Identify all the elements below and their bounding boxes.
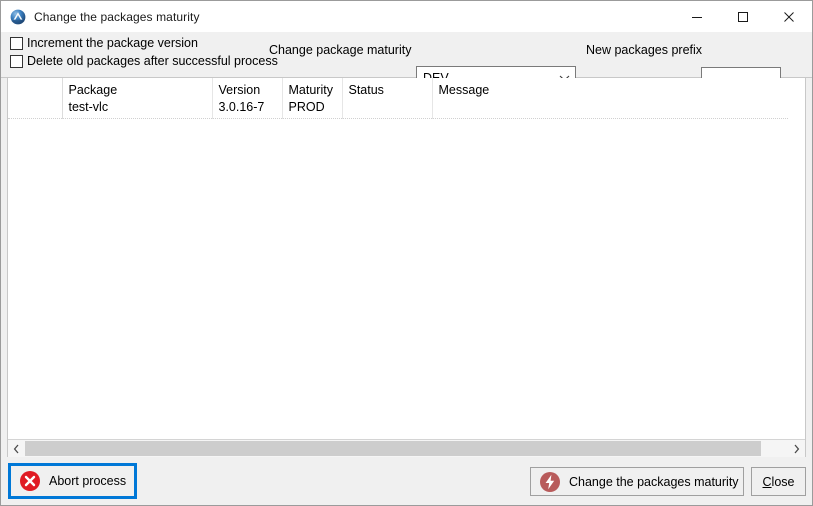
chevron-left-icon[interactable] <box>8 440 25 457</box>
blue-dome-logo-icon <box>10 9 26 25</box>
abort-process-button[interactable]: Abort process <box>8 463 137 499</box>
row-message-cell <box>432 99 805 119</box>
horizontal-scrollbar-track[interactable] <box>25 440 788 457</box>
dialog-window: Change the packages maturity Increment t… <box>0 0 813 506</box>
change-maturity-button[interactable]: Change the packages maturity <box>530 467 744 496</box>
row-maturity-cell: PROD <box>282 99 343 119</box>
horizontal-scrollbar[interactable] <box>8 439 805 457</box>
change-maturity-label: Change the packages maturity <box>569 474 739 489</box>
row-version-cell: 3.0.16-7 <box>212 99 283 119</box>
delete-old-packages-label: Delete old packages after successful pro… <box>27 54 278 68</box>
increment-version-label: Increment the package version <box>27 36 198 50</box>
column-header-package[interactable]: Package <box>62 78 213 99</box>
close-button-label: Close <box>763 475 795 489</box>
increment-version-checkbox[interactable] <box>10 37 23 50</box>
chevron-right-icon[interactable] <box>788 440 805 457</box>
column-header-maturity[interactable]: Maturity <box>282 78 343 99</box>
row-package-cell: test-vlc <box>62 99 213 119</box>
minimize-icon[interactable] <box>674 1 720 32</box>
table-header-row: Package Version Maturity Status Message <box>8 78 805 99</box>
packages-table-scroll-area: Package Version Maturity Status Message … <box>8 78 805 439</box>
row-select-cell[interactable] <box>8 99 63 119</box>
title-bar: Change the packages maturity <box>1 1 812 32</box>
delete-old-packages-checkbox[interactable] <box>10 55 23 68</box>
vertical-scrollbar[interactable] <box>789 78 805 439</box>
column-header-version[interactable]: Version <box>212 78 283 99</box>
column-header-status[interactable]: Status <box>342 78 433 99</box>
change-package-maturity-label: Change package maturity <box>269 43 412 57</box>
increment-version-checkbox-row[interactable]: Increment the package version <box>10 37 198 50</box>
abort-process-label: Abort process <box>49 474 127 488</box>
footer-bar: Abort process Change the packages maturi… <box>1 457 812 505</box>
maximize-icon[interactable] <box>720 1 766 32</box>
column-header-message[interactable]: Message <box>432 78 805 99</box>
delete-old-packages-checkbox-row[interactable]: Delete old packages after successful pro… <box>10 55 278 68</box>
close-button-mnemonic: C <box>762 474 772 489</box>
table-row[interactable]: test-vlc 3.0.16-7 PROD <box>8 99 805 119</box>
close-icon[interactable] <box>766 1 812 32</box>
row-status-cell <box>342 99 433 119</box>
window-title: Change the packages maturity <box>34 9 200 24</box>
horizontal-scrollbar-thumb[interactable] <box>25 441 762 456</box>
window-controls <box>674 1 812 32</box>
options-toolbar: Increment the package version Delete old… <box>1 32 812 89</box>
close-button-label-rest: lose <box>771 474 795 489</box>
new-packages-prefix-label: New packages prefix <box>586 43 703 57</box>
close-button[interactable]: Close <box>751 467 806 496</box>
lightning-bolt-circle-icon <box>538 470 562 494</box>
packages-table: Package Version Maturity Status Message … <box>8 78 805 119</box>
column-header-select[interactable] <box>8 78 63 99</box>
error-circle-x-icon <box>18 469 42 493</box>
packages-table-panel: Package Version Maturity Status Message … <box>7 78 806 457</box>
